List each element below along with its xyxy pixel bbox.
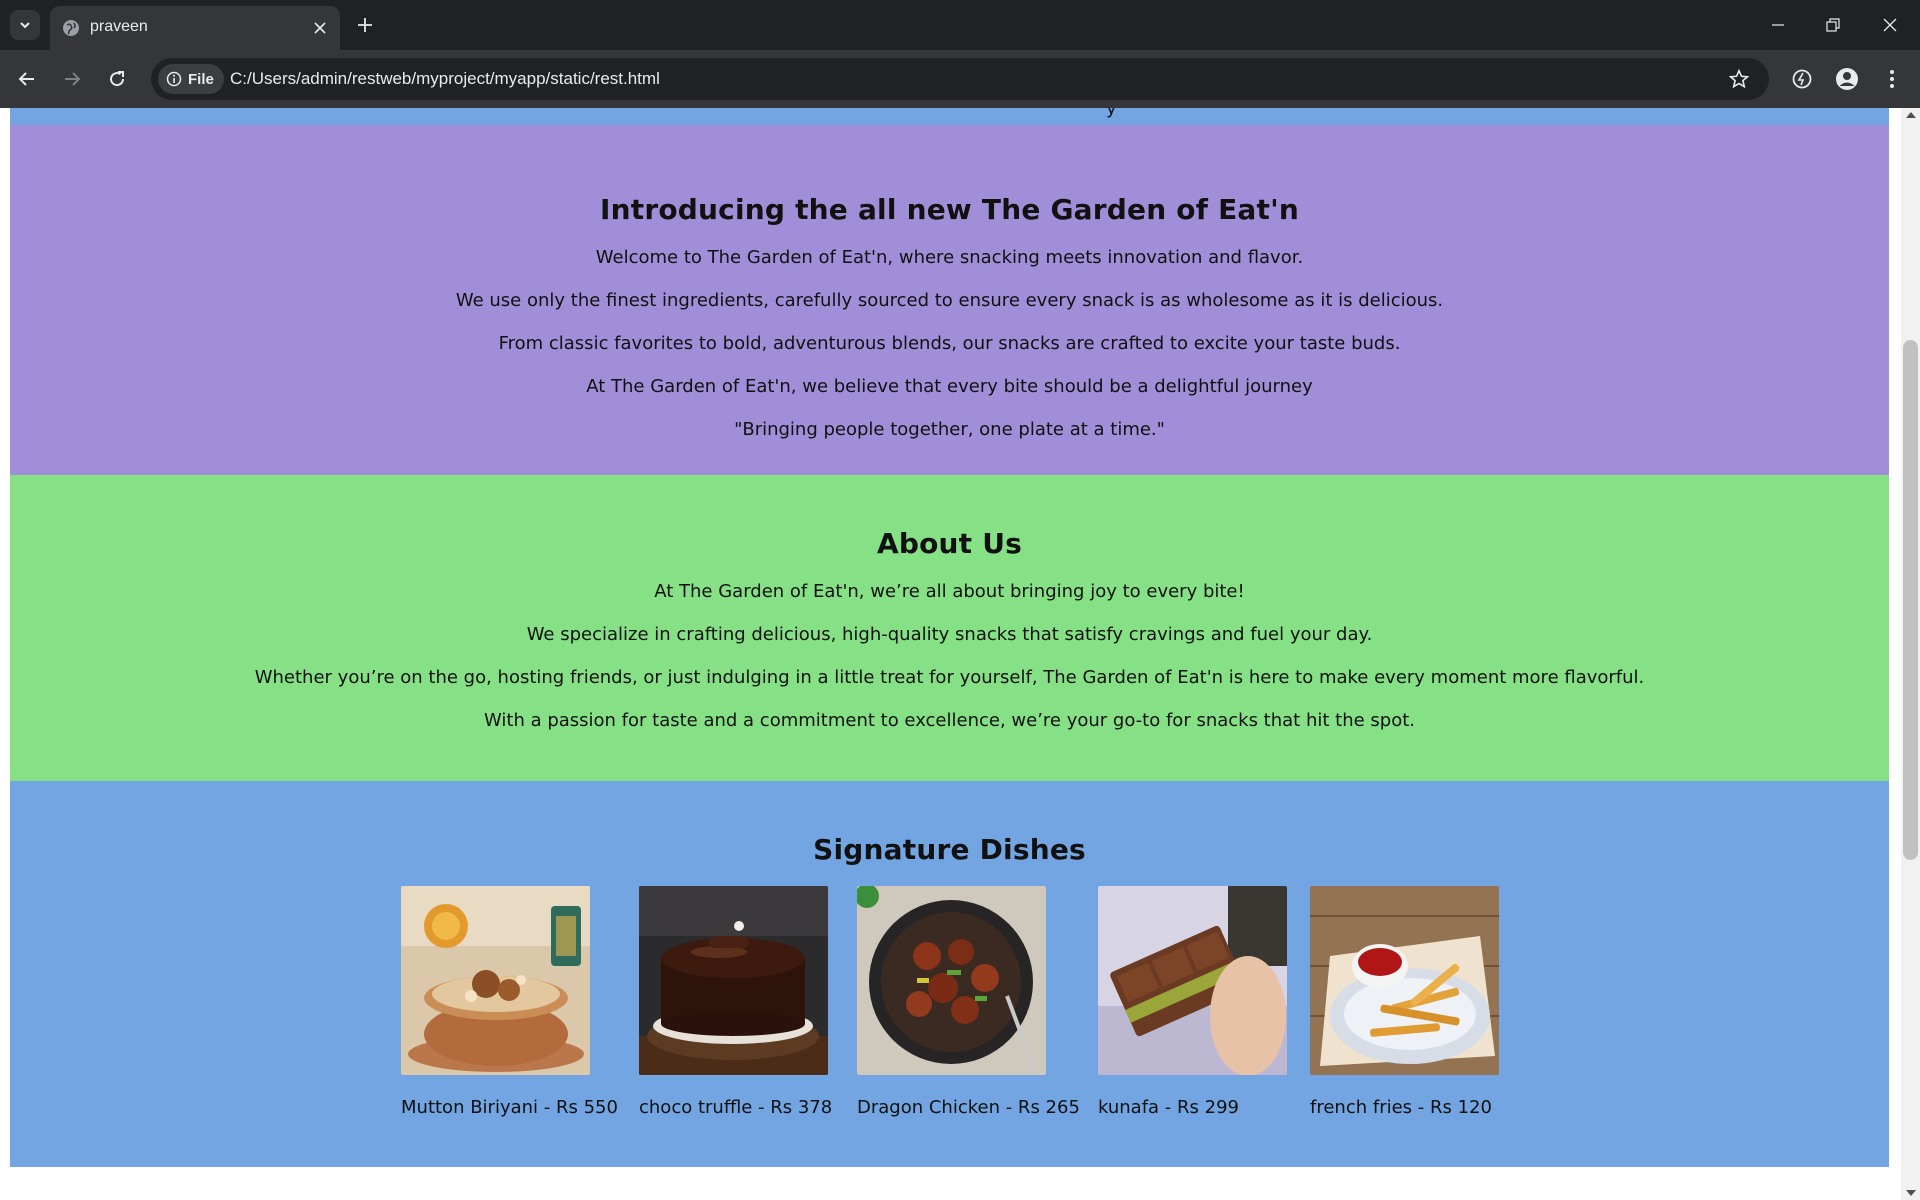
clipped-text-fragment: y — [1106, 108, 1117, 119]
dish-caption: french fries - Rs 120 — [1310, 1097, 1492, 1118]
site-info-label: File — [188, 70, 214, 88]
more-vertical-icon — [1890, 70, 1894, 88]
scroll-up-arrow-icon[interactable] — [1906, 112, 1916, 118]
forward-button[interactable] — [56, 63, 88, 95]
arrow-right-icon — [65, 72, 81, 86]
speedometer-icon — [1792, 69, 1812, 89]
browser-menu-button[interactable] — [1876, 63, 1908, 95]
dish-card-french-fries: french fries - Rs 120 — [1310, 886, 1499, 1120]
new-tab-button[interactable] — [352, 12, 378, 38]
about-section: About Us At The Garden of Eat'n, we’re a… — [10, 475, 1889, 781]
tab-title: praveen — [90, 18, 148, 35]
globe-icon — [63, 20, 79, 36]
dish-caption: kunafa - Rs 299 — [1098, 1097, 1239, 1118]
close-icon — [314, 22, 326, 34]
browser-tab-strip: praveen — [0, 0, 1920, 50]
chocolate-cake-photo — [639, 886, 828, 1075]
info-icon — [166, 71, 182, 87]
close-window-button[interactable] — [1872, 10, 1908, 40]
top-section-fragment: y — [10, 108, 1889, 125]
restore-button[interactable] — [1815, 10, 1851, 40]
dish-card-dragon-chicken: Dragon Chicken - Rs 265 — [857, 886, 1080, 1120]
dish-card-choco-truffle: choco truffle - Rs 378 — [639, 886, 832, 1120]
active-tab[interactable]: praveen — [50, 6, 340, 50]
reload-button[interactable] — [101, 63, 133, 95]
dishes-gallery: Mutton Biriyani - Rs 550 choco truffle -… — [10, 886, 1889, 1146]
about-heading: About Us — [876, 527, 1023, 560]
dish-caption: Dragon Chicken - Rs 265 — [857, 1097, 1080, 1118]
dish-card-kunafa: kunafa - Rs 299 — [1098, 886, 1287, 1120]
french-fries-photo — [1310, 886, 1499, 1075]
intro-paragraph: From classic favorites to bold, adventur… — [498, 333, 1401, 354]
about-paragraph: Whether you’re on the go, hosting friend… — [254, 667, 1645, 688]
intro-section: Introducing the all new The Garden of Ea… — [10, 125, 1889, 475]
dishes-heading: Signature Dishes — [813, 833, 1086, 866]
page-content: y Introducing the all new The Garden of … — [10, 108, 1889, 1167]
scroll-down-arrow-icon[interactable] — [1906, 1190, 1916, 1196]
minimize-icon — [1772, 24, 1784, 26]
minimize-button[interactable] — [1760, 10, 1796, 40]
about-paragraph: We specialize in crafting delicious, hig… — [526, 624, 1373, 645]
address-bar[interactable]: File C:/Users/admin/restweb/myproject/my… — [151, 58, 1769, 100]
signature-dishes-section: Signature Dishes Mutton Biriyani - Rs 55… — [10, 781, 1889, 1167]
about-paragraph: With a passion for taste and a commitmen… — [483, 710, 1416, 731]
intro-paragraph: We use only the finest ingredients, care… — [455, 290, 1444, 311]
intro-tagline: "Bringing people together, one plate at … — [734, 419, 1165, 440]
about-paragraph: At The Garden of Eat'n, we’re all about … — [654, 581, 1245, 602]
back-button[interactable] — [11, 63, 43, 95]
plus-icon — [358, 18, 372, 32]
biryani-photo — [401, 886, 590, 1075]
arrow-left-icon — [18, 72, 34, 86]
star-icon — [1729, 69, 1749, 89]
avatar-icon — [1836, 68, 1858, 90]
close-icon — [1883, 18, 1897, 32]
dish-caption: Mutton Biriyani - Rs 550 — [401, 1097, 618, 1118]
chevron-down-icon — [20, 22, 30, 29]
reload-icon — [110, 71, 125, 87]
tab-search-button[interactable] — [10, 10, 40, 40]
profile-button[interactable] — [1831, 63, 1863, 95]
intro-heading: Introducing the all new The Garden of Ea… — [600, 193, 1299, 226]
bookmark-button[interactable] — [1727, 67, 1751, 91]
intro-paragraph: At The Garden of Eat'n, we believe that … — [586, 376, 1313, 397]
scrollbar-thumb[interactable] — [1903, 340, 1918, 860]
page-scrollbar[interactable] — [1901, 108, 1920, 1200]
restore-icon — [1826, 18, 1840, 32]
dragon-chicken-photo — [857, 886, 1046, 1075]
dish-card-biryani: Mutton Biriyani - Rs 550 — [401, 886, 618, 1120]
dish-caption: choco truffle - Rs 378 — [639, 1097, 833, 1118]
site-info-chip[interactable]: File — [158, 64, 224, 94]
performance-button[interactable] — [1786, 63, 1818, 95]
url-text[interactable]: C:/Users/admin/restweb/myproject/myapp/s… — [230, 69, 660, 89]
intro-paragraph: Welcome to The Garden of Eat'n, where sn… — [595, 247, 1304, 268]
close-tab-button[interactable] — [310, 18, 330, 38]
browser-toolbar: File C:/Users/admin/restweb/myproject/my… — [0, 50, 1920, 108]
kunafa-chocolate-photo — [1098, 886, 1287, 1075]
page-viewport: y Introducing the all new The Garden of … — [0, 108, 1920, 1200]
